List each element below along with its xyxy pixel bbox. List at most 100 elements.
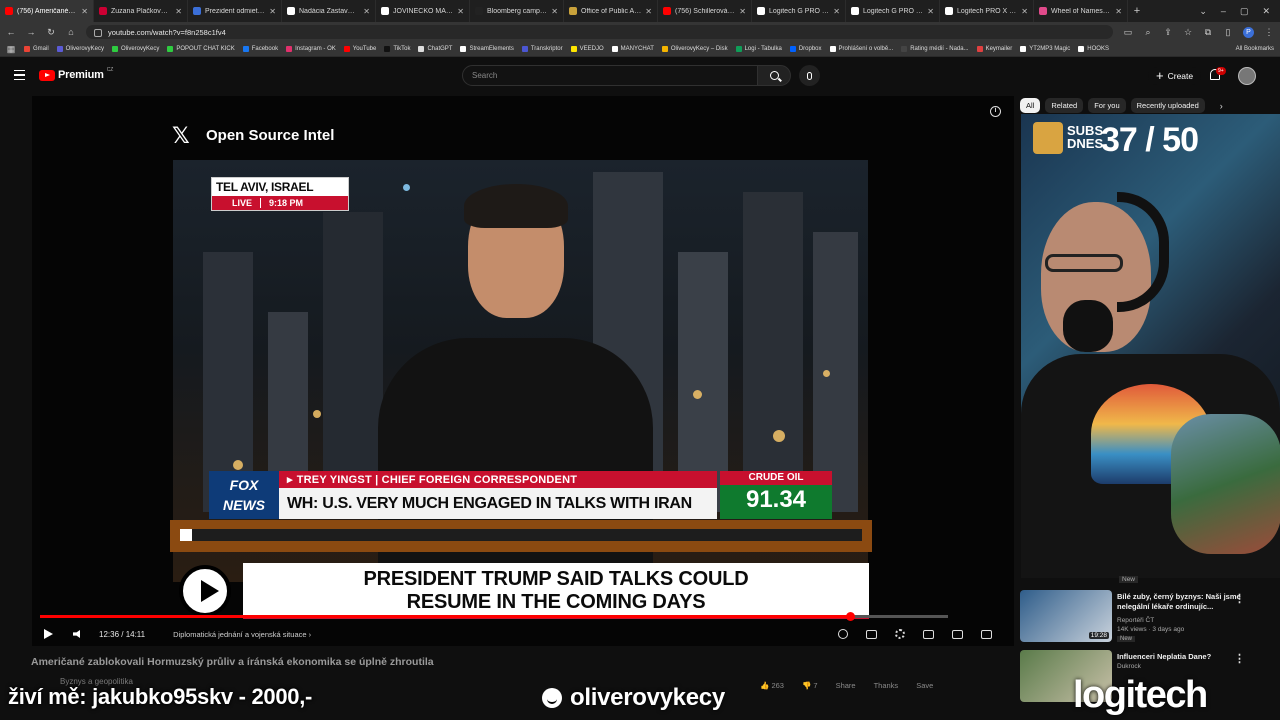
bookmark-item[interactable]: Dropbox (789, 46, 822, 52)
volume-icon[interactable] (73, 630, 80, 638)
tab-close-icon[interactable]: ✕ (927, 7, 934, 16)
subtitles-icon[interactable] (866, 629, 877, 639)
back-icon[interactable]: ← (6, 27, 16, 37)
settings-gear-icon[interactable] (895, 629, 905, 639)
more-options-icon[interactable]: ⋮ (1234, 652, 1245, 665)
tab-close-icon[interactable]: ✕ (269, 7, 276, 16)
item-title[interactable]: Influenceri Neplatia Dane? (1117, 652, 1245, 662)
browser-tab[interactable]: JOVINEČKO MAL POĎ ✕ (376, 0, 470, 22)
profile-avatar[interactable]: P (1243, 26, 1254, 38)
bookmark-item[interactable]: ChatGPT (418, 46, 452, 52)
tab-close-icon[interactable]: ✕ (551, 7, 558, 16)
bookmark-item[interactable]: Facebook (242, 46, 278, 52)
play-icon[interactable] (44, 629, 53, 639)
browser-tab[interactable]: Nadácia Zastavme kor ✕ (282, 0, 376, 22)
browser-tab[interactable]: Office of Public Affairs ✕ (564, 0, 658, 22)
bookmark-item[interactable]: HOOKS (1078, 46, 1109, 52)
thanks-button[interactable]: Thanks (874, 681, 899, 690)
search-button[interactable] (757, 65, 791, 86)
browser-tab[interactable]: Zuzana Plačková prizna ✕ (94, 0, 188, 22)
item-channel[interactable]: Dukrock (1117, 663, 1141, 670)
miniplayer-icon[interactable] (923, 629, 934, 639)
browser-tab[interactable]: Prezident odmieta, že ✕ (188, 0, 282, 22)
youtube-premium-logo[interactable]: Premium CZ (39, 67, 113, 81)
bookmark-item[interactable]: VEEDJO (570, 46, 604, 52)
chip-related[interactable]: Related (1045, 98, 1084, 113)
bookmark-item[interactable]: MANYCHAT (611, 46, 654, 52)
bookmark-item[interactable]: Rating médií - Nada... (901, 46, 969, 52)
browser-tab[interactable]: Logitech G PRO X Gam ✕ (846, 0, 940, 22)
chip-all[interactable]: All (1020, 98, 1041, 113)
bookmark-item[interactable]: Gmail (24, 46, 49, 52)
video-thumbnail[interactable]: 19:28 (1020, 590, 1112, 642)
fullscreen-icon[interactable] (981, 629, 992, 639)
bookmark-item[interactable]: OliverovyKecy (112, 46, 159, 52)
forward-icon[interactable]: → (26, 27, 36, 37)
cast-icon[interactable]: ▭ (1123, 27, 1133, 38)
reload-icon[interactable]: ↻ (46, 27, 56, 38)
tab-close-icon[interactable]: ✕ (1021, 7, 1028, 16)
share-button[interactable]: Share (836, 681, 856, 690)
chapter-button[interactable]: Diplomatická jednání a vojenská situace … (173, 630, 311, 639)
menu-icon[interactable]: ⋮ (1264, 27, 1274, 38)
tab-close-icon[interactable]: ✕ (457, 7, 464, 16)
hamburger-menu-icon[interactable] (14, 70, 25, 80)
tab-close-icon[interactable]: ✕ (175, 7, 182, 16)
search-input[interactable]: Search (462, 65, 758, 86)
tab-close-icon[interactable]: ✕ (81, 7, 88, 16)
progress-scrubber[interactable] (845, 612, 855, 621)
tab-close-icon[interactable]: ✕ (739, 7, 746, 16)
bookmark-item[interactable]: Transkriptor (521, 46, 563, 52)
url-field[interactable]: youtube.com/watch?v=f8n258c1fv4 (86, 25, 1113, 39)
maximize-button[interactable]: ▢ (1240, 6, 1249, 17)
tab-search-icon[interactable]: ⌄ (1199, 6, 1207, 17)
bookmark-item[interactable]: TikTok (384, 46, 410, 52)
chip-recently-uploaded[interactable]: Recently uploaded (1130, 98, 1205, 113)
bookmark-item[interactable]: OliverovyKecy – Disk (661, 46, 728, 52)
browser-tab[interactable]: Logitech G PRO X SE V ✕ (752, 0, 846, 22)
bookmark-star-icon[interactable]: ☆ (1183, 27, 1193, 38)
bookmark-item[interactable]: StreamElements (460, 46, 514, 52)
autoplay-toggle-icon[interactable] (838, 629, 848, 639)
extensions-icon[interactable]: ⧉ (1203, 27, 1213, 38)
theater-mode-icon[interactable] (952, 629, 963, 639)
tab-close-icon[interactable]: ✕ (833, 7, 840, 16)
list-item[interactable]: 19:28 Bílé zuby, černý byznys: Naši jsme… (1020, 590, 1260, 642)
apps-icon[interactable]: ▦ (6, 44, 16, 55)
bookmark-item[interactable]: Instagram - OK (286, 46, 336, 52)
bookmark-item[interactable]: YT2MP3 Magic (1020, 46, 1070, 52)
dislike-button[interactable]: 👎 7 (802, 681, 818, 690)
bookmark-item[interactable]: OliverovyKecy (56, 46, 104, 52)
share-icon[interactable]: ⇪ (1163, 27, 1173, 38)
new-tab-button[interactable]: + (1128, 5, 1146, 17)
bookmark-item[interactable]: POPOUT CHAT KICK (167, 46, 235, 52)
close-window-button[interactable]: ✕ (1262, 6, 1270, 17)
create-button[interactable]: + Create (1148, 67, 1202, 85)
more-options-icon[interactable]: ⋮ (1234, 592, 1245, 605)
browser-tab[interactable]: Wheel of Names | Ran ✕ (1034, 0, 1128, 22)
save-button[interactable]: Save (916, 681, 933, 690)
all-bookmarks-button[interactable]: All Bookmarks (1236, 46, 1274, 52)
chip-for-you[interactable]: For you (1088, 98, 1126, 113)
item-title[interactable]: Bílé zuby, černý byznys: Naši jsme neleg… (1117, 592, 1245, 612)
browser-tab[interactable]: Bloomberg campaign ✕ (470, 0, 564, 22)
chevron-right-icon[interactable]: › (1220, 101, 1223, 111)
browser-tab[interactable]: Logitech PRO X SUPER ✕ (940, 0, 1034, 22)
browser-tab[interactable]: (756) Schillerová: Bitc ✕ (658, 0, 752, 22)
tab-close-icon[interactable]: ✕ (1115, 7, 1122, 16)
bookmark-item[interactable]: Logi - Tabulka (735, 46, 782, 52)
home-icon[interactable]: ⌂ (66, 27, 76, 37)
item-channel[interactable]: Reportéři ČT (1117, 617, 1154, 624)
sidebar-icon[interactable]: ▯ (1223, 27, 1233, 38)
video-player[interactable]: i 𝕏 Open Source Intel TEL AVIV, ISRAEL L… (32, 96, 1014, 646)
tab-close-icon[interactable]: ✕ (363, 7, 370, 16)
bookmark-item[interactable]: YouTube (343, 46, 376, 52)
zoom-icon[interactable]: ⌕ (1143, 27, 1153, 38)
bookmark-item[interactable]: Keymailer (976, 46, 1012, 52)
info-icon[interactable]: i (990, 106, 1001, 117)
tab-close-icon[interactable]: ✕ (645, 7, 652, 16)
voice-search-button[interactable] (799, 65, 820, 86)
minimize-button[interactable]: – (1221, 6, 1226, 17)
like-button[interactable]: 👍 263 (760, 681, 784, 690)
browser-tab[interactable]: (756) Američané zablo✕ (0, 0, 94, 22)
